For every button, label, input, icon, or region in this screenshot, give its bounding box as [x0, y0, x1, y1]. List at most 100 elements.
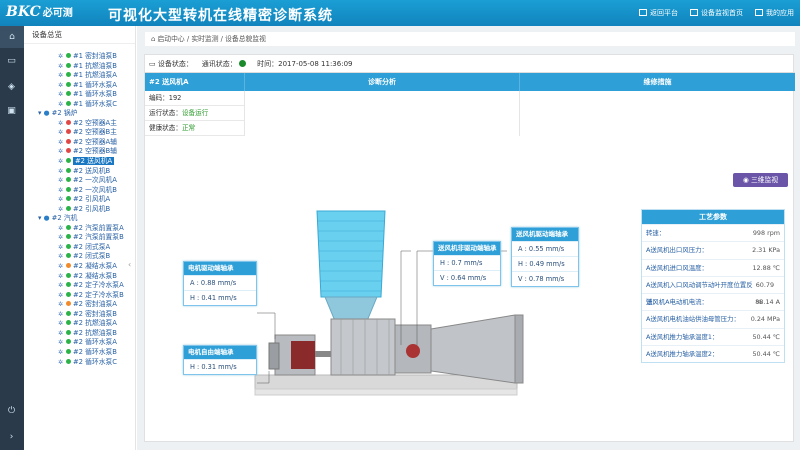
fan-nondrive-bearing-box[interactable]: 送风机非驱动端轴承 H : 0.7 mm/s V : 0.64 mm/s [433, 241, 501, 286]
gear-icon: ✲ [58, 53, 65, 60]
location-pin-icon: ● [43, 109, 52, 118]
gear-icon: ✲ [58, 72, 65, 80]
tree-item[interactable]: ✲ #2 抗燃油泵A [24, 319, 136, 329]
tree-item[interactable]: ✲ #2 凝结水泵B [24, 272, 136, 282]
tree-group[interactable]: ▾ ● #2 汽机 [24, 214, 136, 224]
breadcrumb-item: 设备总貌监视 [225, 35, 266, 43]
status-dot [65, 301, 71, 307]
process-param-row: 送风机A电动机电流： 88.14 A [642, 293, 784, 310]
tree-item[interactable]: ✲ #2 一次风机B [24, 186, 136, 196]
location-pin-icon: ● [43, 214, 52, 223]
tree-item-label: #2 定子冷水泵A [72, 281, 124, 290]
tree-item[interactable]: ✲ #2 定子冷水泵A [24, 281, 136, 291]
tree-item[interactable]: ✲ #2 抗燃油泵B [24, 329, 136, 339]
tree-item[interactable]: ✲ #2 定子冷水泵B [24, 291, 136, 301]
gear-icon: ✲ [58, 177, 65, 185]
3d-monitor-button[interactable]: ◉ 三维监视 [733, 173, 788, 187]
logo-latin: BKC [6, 4, 41, 20]
tree-item-label: #2 汽泵前置泵A [72, 223, 124, 232]
collapse-tree-icon[interactable]: ‹ [128, 260, 131, 269]
tree-item-label: #2 循环水泵C [72, 357, 118, 366]
tree-item-label: #2 送风机A [72, 157, 115, 166]
tree-item[interactable]: ✲ #1 抗燃油泵B [24, 62, 136, 72]
image-icon[interactable]: ▣ [6, 106, 17, 116]
tree-item[interactable]: ✲ #1 循环水泵A [24, 81, 136, 91]
tree-item[interactable]: ✲ #2 密封油泵B [24, 310, 136, 320]
status-dot [65, 234, 71, 240]
gear-icon: ✲ [58, 358, 65, 366]
layers-icon[interactable]: ◈ [6, 82, 17, 92]
tree-item[interactable]: ✲ #2 汽泵前置泵A [24, 224, 136, 234]
tree-item[interactable]: ✲ #1 抗燃油泵A [24, 71, 136, 81]
tree-item-label: #2 凝结水泵A [72, 262, 117, 271]
tree-item[interactable]: ✲ #2 送风机B [24, 167, 136, 177]
tree-item[interactable]: ✲ #2 凝结水泵A [24, 262, 136, 272]
tree-item[interactable]: ✲ #2 空预器B辅 [24, 147, 136, 157]
expand-icon[interactable]: › [6, 432, 17, 442]
tree-item[interactable]: ✲ #2 空预器A主 [24, 119, 136, 129]
app-logo[interactable]: BKC 必可测 [6, 4, 73, 20]
diagnosis-header: 诊断分析 [245, 73, 520, 91]
status-dot [65, 358, 71, 364]
monitor-icon[interactable]: ▭ [6, 56, 17, 66]
camera-icon: ◉ [742, 176, 751, 184]
tree-item-label: #2 抗燃油泵B [72, 328, 117, 337]
tree-item[interactable]: ✲ #1 循环水泵C [24, 100, 136, 110]
app-header: BKC 必可测 可视化大型转机在线精密诊断系统 返回平台 设备监视首页 我的应用 [0, 0, 800, 26]
status-dot [65, 72, 71, 78]
tree-item[interactable]: ✲ #2 汽泵前置泵B [24, 233, 136, 243]
fan-drive-bearing-box[interactable]: 送风机驱动端轴承 A : 0.55 mm/s H : 0.49 mm/s V :… [511, 227, 579, 287]
motor-free-bearing-box[interactable]: 电机自由端轴承 H : 0.31 mm/s [183, 345, 257, 375]
tree-item[interactable]: ✲ #2 引风机A [24, 195, 136, 205]
motor-free-bearing-title: 电机自由端轴承 [184, 346, 256, 359]
status-dot [65, 253, 71, 259]
tree-item[interactable]: ✲ #2 空预器B主 [24, 128, 136, 138]
my-apps-link[interactable]: 我的应用 [755, 8, 794, 18]
breadcrumb-item[interactable]: 实时监测 [191, 35, 218, 43]
tree-item[interactable]: ✲ #2 密封油泵A [24, 300, 136, 310]
tree-item-label: #2 汽泵前置泵B [72, 233, 124, 242]
tree-item[interactable]: ✲ #2 循环水泵C [24, 358, 136, 368]
home-icon[interactable]: ⌂ [0, 26, 24, 48]
status-dot [65, 81, 71, 87]
tree-item[interactable]: ✲ #1 密封油泵B [24, 52, 136, 62]
process-param-row: A送风机电机油站供油母管压力： 0.24 MPa [642, 310, 784, 327]
tree-item[interactable]: ✲ #2 送风机A [24, 157, 136, 167]
tree-item[interactable]: ✲ #1 循环水泵B [24, 90, 136, 100]
process-param-label: A送风机入口风动调节动叶开度位置反馈： [646, 280, 753, 307]
tree-item[interactable]: ✲ #2 循环水泵B [24, 348, 136, 358]
tree-item[interactable]: ✲ #2 一次风机A [24, 176, 136, 186]
gear-icon: ✲ [58, 301, 65, 309]
tree-item[interactable]: ✲ #2 闭式泵B [24, 252, 136, 262]
back-platform-link[interactable]: 返回平台 [639, 8, 678, 18]
device-tree: ✲ #1 密封油泵B ✲ #1 抗燃油泵B ✲ #1 抗燃油泵A ✲ #1 循环水泵A… [24, 52, 136, 367]
device-status-label: 设备状态： [157, 60, 193, 68]
process-params-panel: 工艺参数 转速： 998 rpm A送风机出口风压力： 2.31 KPa A送风机进口风… [641, 209, 785, 364]
status-dot [65, 177, 71, 183]
power-icon[interactable]: ⏻ [6, 406, 17, 416]
gear-icon: ✲ [58, 186, 65, 194]
breadcrumb-item[interactable]: 启动中心 [158, 35, 185, 43]
monitor-panel: ▭ 设备状态： 通讯状态： 时间：2017-05-08 11:36:09 #2 … [144, 54, 795, 442]
tree-item[interactable]: ✲ #2 循环水泵A [24, 338, 136, 348]
motor-drive-bearing-box[interactable]: 电机驱动端轴承 A : 0.88 mm/s H : 0.41 mm/s [183, 261, 257, 306]
run-status-label: 运行状态： [149, 109, 182, 117]
process-param-value: 2.31 KPa [752, 246, 780, 255]
tree-item-label: #2 空预器A辅 [72, 137, 117, 146]
duct-transition [324, 296, 378, 322]
process-param-value: 50.44 ℃ [752, 350, 780, 359]
tree-item-label: #2 定子冷水泵B [72, 290, 124, 299]
tree-item-label: #2 循环水泵B [72, 347, 117, 356]
gear-icon: ✲ [58, 148, 65, 156]
tree-group[interactable]: ▾ ● #2 锅炉 [24, 109, 136, 119]
device-tree-panel: 设备总览 ✲ #1 密封油泵B ✲ #1 抗燃油泵B ✲ #1 抗燃油泵A ✲ #1 … [24, 26, 136, 450]
back-platform-label: 返回平台 [650, 9, 678, 17]
tree-item-label: #2 密封油泵A [72, 300, 117, 309]
monitor-home-link[interactable]: 设备监视首页 [690, 8, 743, 18]
process-params-rows: 转速： 998 rpm A送风机出口风压力： 2.31 KPa A送风机进口风温度： 12… [642, 224, 784, 362]
motor-drive-a-value: A : 0.88 mm/s [184, 275, 256, 290]
tree-item[interactable]: ✲ #2 引风机B [24, 205, 136, 215]
motor-coupling [291, 341, 315, 369]
gear-icon: ✲ [58, 91, 65, 99]
health-status-value: 正常 [181, 124, 196, 132]
